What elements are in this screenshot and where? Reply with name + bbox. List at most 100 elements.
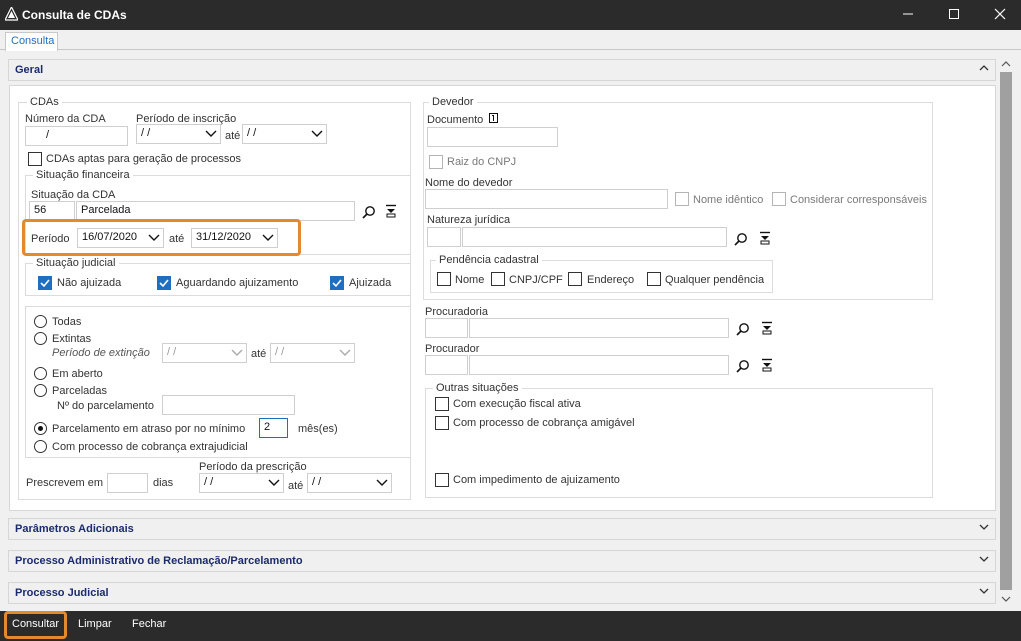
section-geral-header[interactable]: Geral [8,59,996,81]
periodo-prescricao-ate-label: até [288,480,304,492]
situacao-judicial-legend: Situação judicial [33,257,119,269]
todas-label: Todas [52,316,82,328]
nome-identico-checkbox[interactable] [675,192,689,206]
ajuizada-checkbox[interactable] [330,276,344,290]
scroll-down-icon[interactable] [1001,594,1011,606]
pend-nome-checkbox[interactable] [437,272,451,286]
search-icon[interactable] [734,232,748,249]
periodo-extincao-ate-label: até [251,348,267,360]
prescrevem-input[interactable] [107,473,148,493]
section-processo-adm-header[interactable]: Processo Administrativo de Reclamação/Pa… [8,550,996,572]
cobranca-amigavel-checkbox[interactable] [435,416,449,430]
cdas-aptas-label: CDAs aptas para geração de processos [46,153,242,165]
section-parametros-header[interactable]: Parâmetros Adicionais [8,518,996,540]
clear-filter-icon[interactable] [385,204,397,221]
periodo-inscricao-ate-value: / / [247,127,257,139]
periodo-inscricao-de-select[interactable]: / / [136,124,221,144]
periodo-prescricao-de-select[interactable]: / / [199,473,284,493]
numero-cda-input[interactable]: / [25,126,128,146]
situacao-cda-desc-input[interactable]: Parcelada [76,201,355,221]
natureza-juridica-code-input[interactable] [427,227,461,247]
procurador-label: Procurador [425,343,480,355]
parceladas-radio[interactable] [34,384,47,397]
nome-identico-label: Nome idêntico [693,194,764,206]
procurador-desc-input[interactable] [469,355,729,375]
limpar-button[interactable]: Limpar [78,618,112,630]
parceladas-label: Parceladas [52,385,108,397]
extrajudicial-radio[interactable] [34,440,47,453]
periodo-extincao-ate-value: / / [275,346,285,358]
devedor-legend: Devedor [429,96,477,108]
impedimento-checkbox[interactable] [435,473,449,487]
info-icon[interactable] [489,113,499,127]
execucao-fiscal-label: Com execução fiscal ativa [453,398,581,410]
procurador-code-input[interactable] [425,355,468,375]
nome-devedor-label: Nome do devedor [425,177,513,189]
pend-qualquer-checkbox[interactable] [647,272,661,286]
extintas-label: Extintas [52,333,92,345]
periodo-de-select[interactable]: 16/07/2020 [77,228,164,248]
periodo-ate-select[interactable]: 31/12/2020 [191,228,278,248]
periodo-label: Período [31,233,70,245]
periodo-extincao-de-select[interactable]: / / [162,343,247,363]
clear-filter-icon[interactable] [759,231,771,248]
close-icon [994,8,1006,23]
chevron-down-icon [148,233,160,245]
search-icon[interactable] [362,205,376,222]
chevron-down-icon [205,129,217,141]
nome-devedor-input[interactable] [425,189,668,209]
chevron-down-icon [268,478,280,490]
chevron-down-icon [979,522,989,534]
periodo-ate-label: até [169,233,185,245]
maximize-button[interactable] [931,0,977,30]
fechar-button[interactable]: Fechar [132,618,166,630]
parcelamento-atraso-input[interactable]: 2 [259,418,288,438]
ajuizada-label: Ajuizada [349,277,392,289]
pend-endereco-checkbox[interactable] [568,272,582,286]
consultar-button[interactable]: Consultar [12,618,59,630]
extintas-radio[interactable] [34,332,47,345]
pend-nome-label: Nome [455,274,485,286]
chevron-down-icon [979,554,989,566]
aguardando-ajuizamento-checkbox[interactable] [157,276,171,290]
em-aberto-radio[interactable] [34,367,47,380]
chevron-down-icon [311,129,323,141]
corresponsaveis-checkbox[interactable] [772,192,786,206]
raiz-cnpj-label: Raiz do CNPJ [447,156,517,168]
close-button[interactable] [977,0,1021,30]
section-processo-judicial-header[interactable]: Processo Judicial [8,582,996,604]
numero-cda-label: Número da CDA [25,113,106,125]
todas-radio[interactable] [34,315,47,328]
clear-filter-icon[interactable] [761,321,773,338]
clear-filter-icon[interactable] [761,358,773,375]
scroll-up-icon[interactable] [1001,59,1011,71]
chevron-down-icon [262,233,274,245]
cdas-aptas-checkbox[interactable] [28,152,42,166]
pend-cnpj-checkbox[interactable] [491,272,505,286]
search-icon[interactable] [736,359,750,376]
parcelamento-atraso-radio[interactable] [34,422,47,435]
num-parcelamento-input[interactable] [162,395,295,415]
app-logo-icon [4,5,19,24]
procuradoria-desc-input[interactable] [469,318,729,338]
situacao-cda-code-input[interactable]: 56 [29,201,75,221]
documento-label: Documento [427,114,484,126]
periodo-inscricao-ate-select[interactable]: / / [242,124,327,144]
window-title: Consulta de CDAs [22,8,127,22]
documento-input[interactable] [427,127,558,147]
raiz-cnpj-checkbox[interactable] [429,155,443,169]
execucao-fiscal-checkbox[interactable] [435,397,449,411]
tab-consulta[interactable]: Consulta [5,32,58,51]
situacao-opcoes-group [25,306,411,458]
section-geral-title: Geral [15,64,44,76]
natureza-juridica-desc-input[interactable] [462,227,727,247]
minimize-button[interactable] [885,0,931,30]
nao-ajuizada-checkbox[interactable] [38,276,52,290]
procuradoria-code-input[interactable] [425,318,468,338]
periodo-de-value: 16/07/2020 [82,231,138,243]
search-icon[interactable] [736,322,750,339]
periodo-extincao-ate-select[interactable]: / / [270,343,355,363]
periodo-prescricao-ate-select[interactable]: / / [307,473,392,493]
scrollbar-thumb[interactable] [1000,72,1012,590]
periodo-extincao-label: Período de extinção [52,347,150,359]
